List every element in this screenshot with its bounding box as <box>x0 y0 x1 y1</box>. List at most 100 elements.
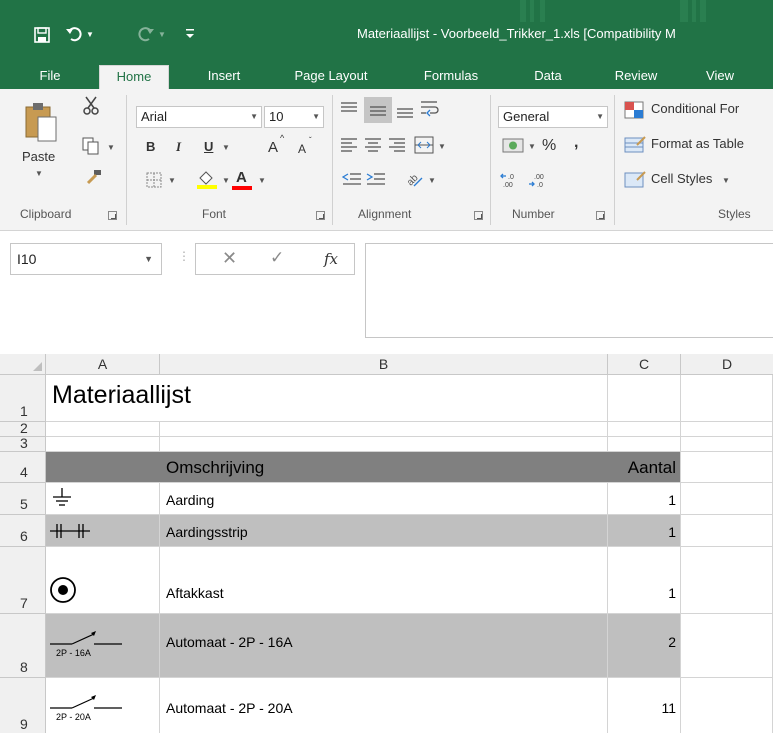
italic-button[interactable]: I <box>176 139 181 155</box>
row-header[interactable]: 1 <box>0 375 46 422</box>
row-header[interactable]: 9 <box>0 678 46 733</box>
cell[interactable] <box>681 515 773 547</box>
insert-function-icon[interactable]: fx <box>324 250 338 268</box>
symbol-cell[interactable] <box>46 515 160 547</box>
tab-page-layout[interactable]: Page Layout <box>278 63 384 89</box>
enter-icon[interactable]: ✓ <box>270 248 284 268</box>
description-cell[interactable]: Automaat - 2P - 20A <box>160 678 608 733</box>
number-launcher-icon[interactable] <box>596 211 605 220</box>
cut-icon[interactable] <box>82 95 100 115</box>
description-cell[interactable]: Automaat - 2P - 16A <box>160 614 608 678</box>
tab-home[interactable]: Home <box>99 65 169 89</box>
tab-formulas[interactable]: Formulas <box>412 63 490 89</box>
number-format-select[interactable]: General ▼ <box>498 106 608 128</box>
chevron-down-icon[interactable]: ▼ <box>144 244 153 274</box>
format-painter-icon[interactable] <box>84 169 102 185</box>
count-cell[interactable]: 11 <box>608 678 681 733</box>
underline-dropdown-icon[interactable]: ▼ <box>222 143 230 152</box>
copy-icon[interactable] <box>82 137 100 155</box>
count-cell[interactable]: 2 <box>608 614 681 678</box>
undo-icon[interactable] <box>66 26 82 42</box>
cell[interactable] <box>160 422 608 437</box>
symbol-cell[interactable]: 2P - 16A <box>46 614 160 678</box>
tab-insert[interactable]: Insert <box>192 63 256 89</box>
comma-style-button[interactable]: , <box>574 134 578 152</box>
underline-button[interactable]: U <box>204 139 213 154</box>
increase-indent-icon[interactable] <box>366 171 386 187</box>
symbol-cell[interactable]: 2P - 20A <box>46 678 160 733</box>
tab-view[interactable]: View <box>690 63 750 89</box>
decrease-indent-icon[interactable] <box>342 171 362 187</box>
row-header[interactable]: 4 <box>0 452 46 483</box>
column-header-c[interactable]: C <box>608 354 681 375</box>
customize-toolbar-icon[interactable] <box>184 27 196 41</box>
table-header-cell[interactable]: Omschrijving <box>160 452 608 483</box>
percent-style-button[interactable]: % <box>542 137 556 155</box>
paste-icon[interactable] <box>24 101 58 145</box>
align-bottom-icon[interactable] <box>396 103 414 119</box>
align-left-icon[interactable] <box>340 137 358 153</box>
count-cell[interactable]: 1 <box>608 515 681 547</box>
title-cell[interactable]: Materiaallijst <box>46 375 608 422</box>
count-cell[interactable]: 1 <box>608 483 681 515</box>
borders-dropdown-icon[interactable]: ▼ <box>168 176 176 185</box>
cell[interactable] <box>160 437 608 452</box>
description-cell[interactable]: Aftakkast <box>160 547 608 614</box>
cell[interactable] <box>681 437 773 452</box>
table-header-cell[interactable]: Aantal <box>608 452 681 483</box>
row-header[interactable]: 3 <box>0 435 46 452</box>
cell[interactable] <box>608 422 681 437</box>
paste-dropdown-icon[interactable]: ▼ <box>35 169 43 178</box>
tab-data[interactable]: Data <box>520 63 576 89</box>
font-color-dropdown-icon[interactable]: ▼ <box>258 176 266 185</box>
font-color-button[interactable]: A <box>236 169 247 186</box>
cell[interactable] <box>46 437 160 452</box>
accounting-format-icon[interactable] <box>502 137 524 155</box>
row-header[interactable]: 7 <box>0 547 46 614</box>
name-box[interactable]: I10 ▼ <box>10 243 162 275</box>
row-header[interactable]: 6 <box>0 515 46 547</box>
fill-color-icon[interactable] <box>196 169 218 189</box>
cell[interactable] <box>681 547 773 614</box>
align-right-icon[interactable] <box>388 137 406 153</box>
undo-dropdown-icon[interactable]: ▼ <box>86 30 94 39</box>
symbol-cell[interactable] <box>46 547 160 614</box>
description-cell[interactable]: Aarding <box>160 483 608 515</box>
redo-icon[interactable] <box>138 26 154 42</box>
select-all-button[interactable] <box>0 354 46 375</box>
align-top-icon[interactable] <box>340 101 358 117</box>
column-header-b[interactable]: B <box>160 354 608 375</box>
orientation-icon[interactable]: ab <box>404 169 424 189</box>
font-size-select[interactable]: 10 ▼ <box>264 106 324 128</box>
row-header[interactable]: 5 <box>0 483 46 515</box>
count-cell[interactable]: 1 <box>608 547 681 614</box>
copy-dropdown-icon[interactable]: ▼ <box>107 143 115 152</box>
alignment-launcher-icon[interactable] <box>474 211 483 220</box>
cell[interactable] <box>46 422 160 437</box>
column-header-a[interactable]: A <box>46 354 160 375</box>
cancel-icon[interactable]: ✕ <box>222 248 237 269</box>
formula-bar-grip-icon[interactable]: ⋮ <box>178 249 190 263</box>
description-cell[interactable]: Aardingsstrip <box>160 515 608 547</box>
cell[interactable] <box>681 483 773 515</box>
clipboard-launcher-icon[interactable] <box>108 211 117 220</box>
grow-font-button[interactable]: A <box>268 139 278 156</box>
symbol-cell[interactable] <box>46 483 160 515</box>
merge-center-icon[interactable] <box>414 135 434 155</box>
formula-input[interactable] <box>365 243 773 338</box>
cell[interactable] <box>608 437 681 452</box>
cell[interactable] <box>681 614 773 678</box>
merge-dropdown-icon[interactable]: ▼ <box>438 142 446 151</box>
align-center-icon[interactable] <box>364 137 382 153</box>
wrap-text-icon[interactable] <box>420 99 440 119</box>
cell[interactable] <box>681 452 773 483</box>
cell[interactable] <box>608 375 681 422</box>
accounting-dropdown-icon[interactable]: ▼ <box>528 142 536 151</box>
borders-icon[interactable] <box>146 172 162 188</box>
tab-file[interactable]: File <box>22 63 78 89</box>
paste-button-label[interactable]: Paste <box>22 149 55 164</box>
save-icon[interactable] <box>34 27 50 43</box>
font-name-select[interactable]: Arial ▼ <box>136 106 262 128</box>
font-launcher-icon[interactable] <box>316 211 325 220</box>
cell[interactable] <box>681 375 773 422</box>
